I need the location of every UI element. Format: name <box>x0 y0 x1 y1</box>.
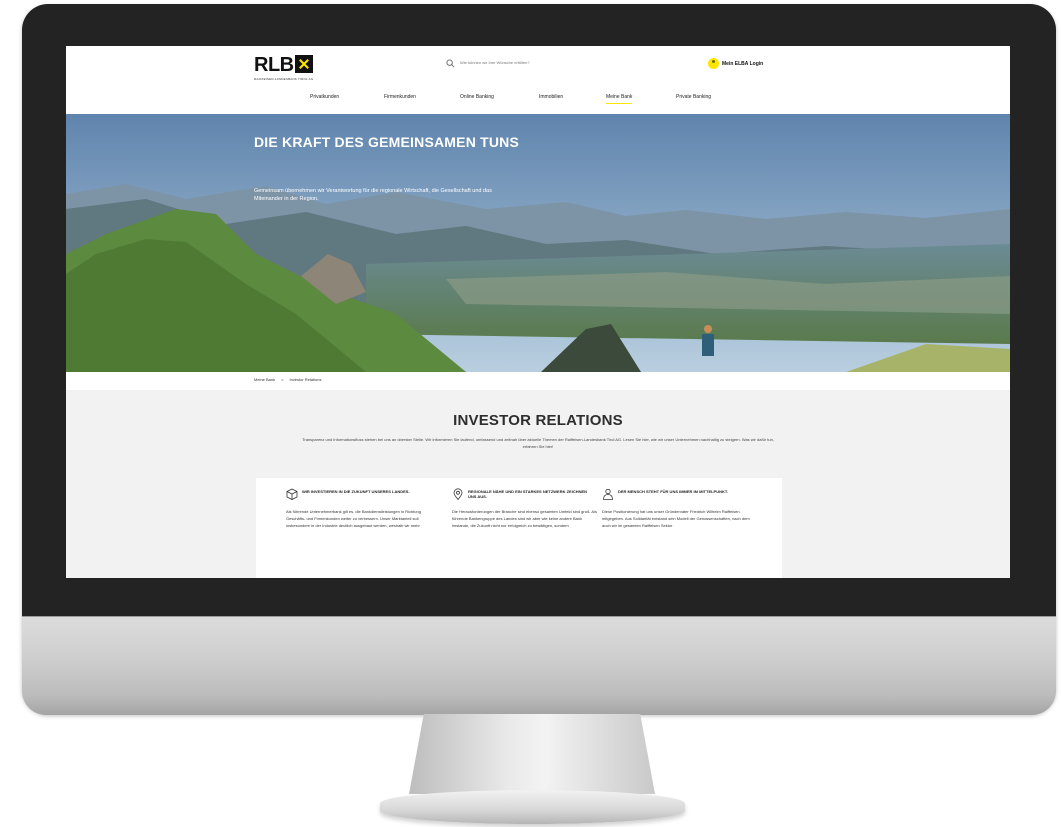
monitor-chin <box>22 616 1056 715</box>
main-nav: Privatkunden Firmenkunden Online Banking… <box>66 94 1010 108</box>
elba-login-button[interactable]: Mein ELBA Login <box>708 55 763 73</box>
breadcrumb-item-investor-relations: Investor Relations <box>289 377 322 382</box>
hero-banner: DIE KRAFT DES GEMEINSAMEN TUNS Gemeinsam… <box>66 114 1010 372</box>
investor-relations-section: INVESTOR RELATIONS Transparenz und Infor… <box>66 390 1010 578</box>
raiffeisen-cross-icon <box>294 55 313 73</box>
nav-item-online-banking[interactable]: Online Banking <box>460 94 494 100</box>
breadcrumb: Meine Bank > Investor Relations <box>254 377 327 382</box>
logo-text: RLB <box>254 54 294 76</box>
breadcrumb-item-meine-bank[interactable]: Meine Bank <box>254 377 275 382</box>
hero-title: DIE KRAFT DES GEMEINSAMEN TUNS <box>254 134 520 150</box>
feature-card-text: Diese Positionierung hat uns unser Gründ… <box>602 509 750 528</box>
monitor-stand-base <box>380 790 685 824</box>
feature-card: DER MENSCH STEHT FÜR UNS IMMER IM MITTEL… <box>602 488 752 528</box>
logo-subtitle: RAIFFEISEN-LANDESBANK TIROL AG <box>254 77 314 81</box>
monitor-stand <box>409 714 655 794</box>
feature-cards: WIR INVESTIEREN IN DIE ZUKUNFT UNSERES L… <box>256 478 782 578</box>
intro-text: Transparenz und Informationsfluss stehen… <box>302 437 774 449</box>
hero-text: Gemeinsam übernehmen wir Verantwortung f… <box>254 188 492 202</box>
nav-item-privatkunden[interactable]: Privatkunden <box>310 94 339 100</box>
search-input[interactable]: Wie können wir Ihre Wünsche erfüllen? <box>460 60 530 65</box>
feature-card-title: REGIONALE NÄHE UND EIN STARKES NETZWERK … <box>468 489 588 499</box>
feature-card: REGIONALE NÄHE UND EIN STARKES NETZWERK … <box>452 488 602 528</box>
mountain-landscape-image <box>66 114 1010 372</box>
rlb-logo[interactable]: RLB RAIFFEISEN-LANDESBANK TIROL AG <box>254 55 313 81</box>
nav-item-firmenkunden[interactable]: Firmenkunden <box>384 94 416 100</box>
nav-item-meine-bank[interactable]: Meine Bank <box>606 94 633 104</box>
feature-card-text: Die Herausforderungen der Branche sind e… <box>452 509 597 528</box>
location-pin-icon <box>453 488 463 500</box>
people-icon <box>603 488 613 500</box>
cube-icon <box>286 488 298 500</box>
feature-card: WIR INVESTIEREN IN DIE ZUKUNFT UNSERES L… <box>286 488 436 528</box>
search-bar[interactable]: Wie können wir Ihre Wünsche erfüllen? <box>446 58 616 72</box>
breadcrumb-separator: > <box>281 377 284 382</box>
login-label: Mein ELBA Login <box>722 60 764 67</box>
user-icon <box>708 58 719 70</box>
page-title: INVESTOR RELATIONS <box>453 412 623 429</box>
search-icon[interactable] <box>446 59 455 68</box>
site-header: RLB RAIFFEISEN-LANDESBANK TIROL AG Wie k… <box>66 46 1010 114</box>
website-screen: RLB RAIFFEISEN-LANDESBANK TIROL AG Wie k… <box>66 46 1010 578</box>
feature-card-title: DER MENSCH STEHT FÜR UNS IMMER IM MITTEL… <box>618 489 728 494</box>
nav-item-immobilien[interactable]: Immobilien <box>539 94 563 100</box>
nav-item-private-banking[interactable]: Private Banking <box>676 94 711 100</box>
feature-card-text: Als führende Unternehmerbank gilt es, di… <box>286 509 421 528</box>
feature-card-title: WIR INVESTIEREN IN DIE ZUKUNFT UNSERES L… <box>302 489 410 494</box>
